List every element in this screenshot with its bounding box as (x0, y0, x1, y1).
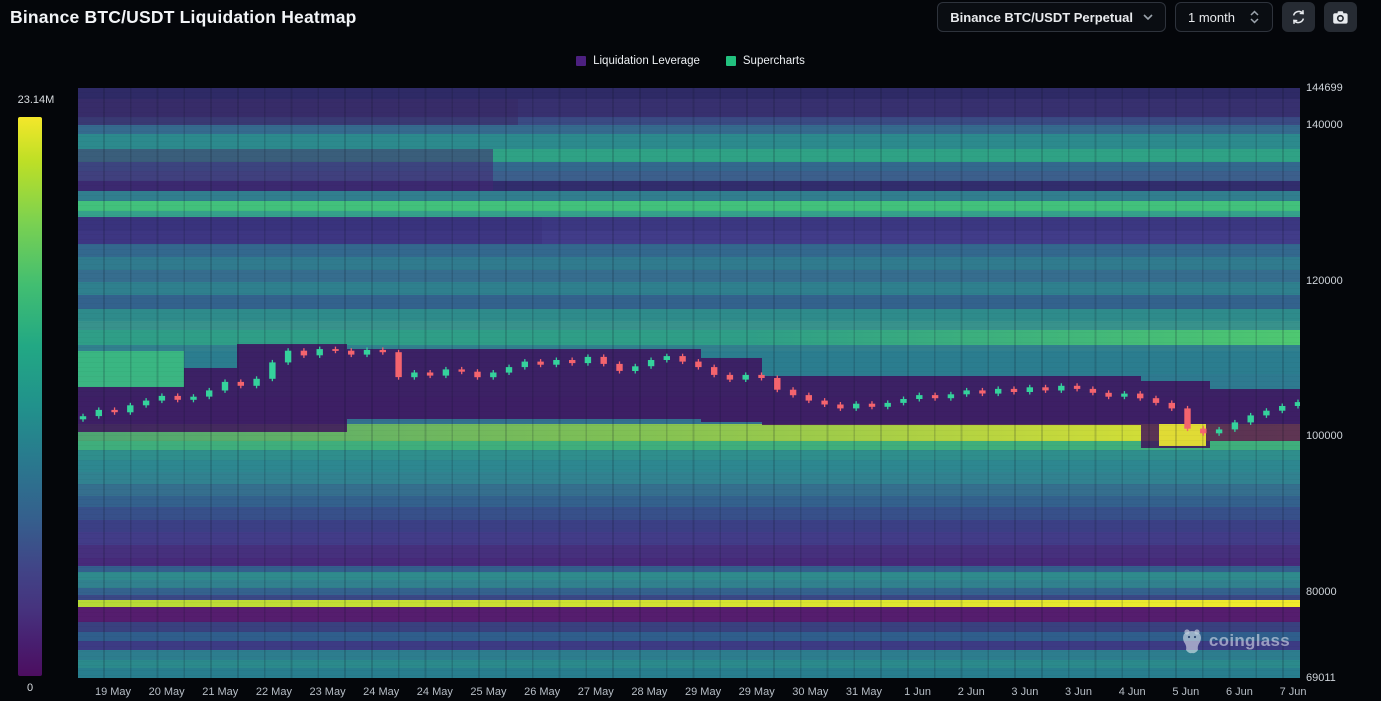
colorbar-min-label: 0 (18, 682, 42, 694)
time-tick-label: 5 Jun (1172, 686, 1199, 698)
time-tick-label: 24 May (363, 686, 399, 698)
legend-item-supercharts[interactable]: Supercharts (726, 55, 805, 67)
legend-swatch-green (726, 56, 736, 66)
time-tick-label: 30 May (792, 686, 828, 698)
screenshot-button[interactable] (1324, 2, 1357, 32)
stepper-icon (1249, 10, 1260, 24)
time-tick-label: 28 May (631, 686, 667, 698)
price-tick-label: 100000 (1306, 430, 1343, 442)
time-tick-label: 6 Jun (1226, 686, 1253, 698)
time-tick-label: 7 Jun (1280, 686, 1307, 698)
time-tick-label: 27 May (578, 686, 614, 698)
time-tick-label: 20 May (149, 686, 185, 698)
price-tick-label: 80000 (1306, 586, 1337, 598)
price-tick-label: 120000 (1306, 275, 1343, 287)
chart-legend: Liquidation Leverage Supercharts (0, 55, 1381, 67)
refresh-icon (1290, 9, 1307, 25)
time-tick-label: 2 Jun (958, 686, 985, 698)
liquidation-heatmap-app: Binance BTC/USDT Liquidation Heatmap Bin… (0, 0, 1381, 701)
time-tick-label: 4 Jun (1119, 686, 1146, 698)
time-tick-label: 25 May (470, 686, 506, 698)
refresh-button[interactable] (1282, 2, 1315, 32)
legend-item-liquidation-leverage[interactable]: Liquidation Leverage (576, 55, 700, 67)
colorbar-max-label: 23.14M (8, 94, 64, 106)
chevron-down-icon (1143, 14, 1153, 20)
camera-icon (1332, 10, 1349, 25)
time-tick-label: 26 May (524, 686, 560, 698)
time-tick-label: 29 May (739, 686, 775, 698)
time-axis: 19 May 20 May 21 May 22 May 23 May 24 May 24 M… (78, 684, 1300, 700)
symbol-select-label: Binance BTC/USDT Perpetual (950, 10, 1133, 25)
price-tick-label: 69011 (1306, 672, 1336, 684)
page-title: Binance BTC/USDT Liquidation Heatmap (10, 7, 357, 28)
price-tick-label: 144699 (1306, 82, 1343, 94)
time-tick-label: 3 Jun (1065, 686, 1092, 698)
legend-swatch-purple (576, 56, 586, 66)
time-tick-label: 3 Jun (1011, 686, 1038, 698)
time-tick-label: 31 May (846, 686, 882, 698)
time-tick-label: 21 May (202, 686, 238, 698)
liquidation-colorbar (18, 117, 42, 676)
timeframe-select[interactable]: 1 month (1175, 2, 1273, 32)
time-tick-label: 29 May (685, 686, 721, 698)
time-tick-label: 24 May (417, 686, 453, 698)
header-controls: Binance BTC/USDT Perpetual 1 month (937, 2, 1357, 32)
price-axis: 1446991400001200001000008000069011 (1306, 88, 1376, 678)
timeframe-select-label: 1 month (1188, 10, 1235, 25)
time-tick-label: 19 May (95, 686, 131, 698)
legend-label: Liquidation Leverage (593, 55, 700, 67)
legend-label: Supercharts (743, 55, 805, 67)
symbol-select[interactable]: Binance BTC/USDT Perpetual (937, 2, 1166, 32)
heatmap-plot[interactable]: coinglass (78, 88, 1300, 678)
time-tick-label: 22 May (256, 686, 292, 698)
time-tick-label: 23 May (310, 686, 346, 698)
candlestick-series (78, 88, 1300, 678)
price-tick-label: 140000 (1306, 119, 1343, 131)
time-tick-label: 1 Jun (904, 686, 931, 698)
